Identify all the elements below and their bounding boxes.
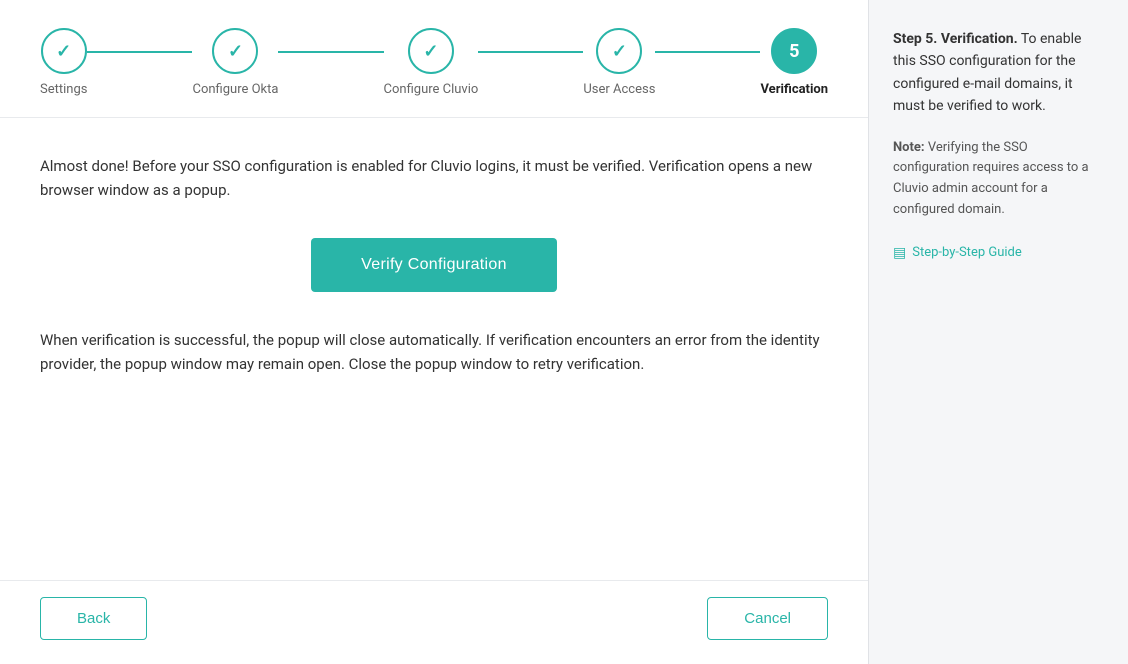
step-user-access: ✓ User Access [583,28,655,97]
sidebar-step-label: Step 5. Verification. [893,31,1018,47]
cancel-button[interactable]: Cancel [707,597,828,640]
step-circle-cluvio: ✓ [408,28,454,74]
step-label-verification: Verification [760,82,828,97]
step-settings: ✓ Settings [40,28,87,97]
step-circle-okta: ✓ [212,28,258,74]
step-label-okta: Configure Okta [192,82,278,97]
sidebar-title: Step 5. Verification. To enable this SSO… [893,28,1104,118]
step-circle-user-access: ✓ [596,28,642,74]
check-icon-cluvio: ✓ [423,41,438,62]
content-body: Almost done! Before your SSO configurati… [0,118,868,580]
step-configure-okta: ✓ Configure Okta [192,28,278,97]
check-icon-settings: ✓ [56,41,71,62]
intro-text: Almost done! Before your SSO configurati… [40,154,828,202]
step-circle-settings: ✓ [41,28,87,74]
note-label: Note: [893,140,925,155]
step-configure-cluvio: ✓ Configure Cluvio [384,28,479,97]
step-verification: 5 Verification [760,28,828,97]
step-circle-verification: 5 [771,28,817,74]
content-area: ✓ Settings ✓ Configure Okta ✓ Configure … [0,0,868,664]
connector-4 [655,51,760,53]
book-icon: ▤ [893,245,906,261]
connector-2 [278,51,383,53]
connector-3 [478,51,583,53]
step-number-verification: 5 [789,41,799,62]
connector-1 [87,51,192,53]
stepper: ✓ Settings ✓ Configure Okta ✓ Configure … [0,0,868,118]
back-button[interactable]: Back [40,597,147,640]
main-layout: ✓ Settings ✓ Configure Okta ✓ Configure … [0,0,1128,664]
verify-configuration-button[interactable]: Verify Configuration [311,238,557,292]
step-label-cluvio: Configure Cluvio [384,82,479,97]
sidebar: Step 5. Verification. To enable this SSO… [868,0,1128,664]
step-label-user-access: User Access [583,82,655,97]
step-by-step-guide-link[interactable]: ▤ Step-by-Step Guide [893,245,1104,261]
guide-link-label: Step-by-Step Guide [912,245,1022,260]
check-icon-okta: ✓ [228,41,243,62]
bottom-bar: Back Cancel [0,580,868,664]
sidebar-note: Note: Verifying the SSO configuration re… [893,138,1104,221]
verify-button-wrapper: Verify Configuration [40,238,828,292]
step-label-settings: Settings [40,82,87,97]
footer-text: When verification is successful, the pop… [40,328,828,376]
check-icon-user-access: ✓ [612,41,627,62]
